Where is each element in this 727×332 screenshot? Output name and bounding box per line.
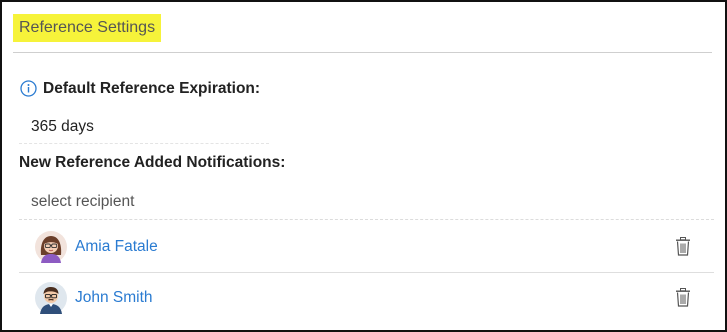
- info-icon[interactable]: [20, 80, 37, 97]
- section-title: Reference Settings: [13, 14, 162, 42]
- trash-icon[interactable]: [675, 288, 691, 307]
- reference-settings-panel: Reference Settings Default Reference Exp…: [0, 0, 727, 332]
- trash-icon[interactable]: [675, 237, 691, 256]
- male-avatar: [35, 282, 67, 314]
- notifications-label: New Reference Added Notifications:: [19, 154, 286, 171]
- expiration-underline: [19, 143, 269, 144]
- recipient-row: John Smith: [19, 274, 714, 324]
- recipient-select-input[interactable]: [19, 184, 714, 220]
- expiration-value[interactable]: 365 days: [31, 118, 94, 136]
- recipient-name[interactable]: John Smith: [75, 289, 153, 307]
- female-avatar: [35, 231, 67, 263]
- recipient-row: Amia Fatale: [19, 223, 714, 273]
- title-divider: [13, 52, 712, 53]
- expiration-label: Default Reference Expiration:: [43, 80, 261, 97]
- recipient-name[interactable]: Amia Fatale: [75, 238, 158, 256]
